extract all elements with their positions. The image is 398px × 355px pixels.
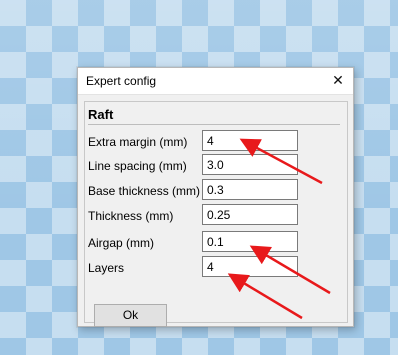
arrow-layers [227, 273, 303, 320]
arrow-extra-margin [239, 138, 323, 185]
arrow-airgap [249, 245, 331, 295]
annotation-arrows [227, 138, 331, 320]
